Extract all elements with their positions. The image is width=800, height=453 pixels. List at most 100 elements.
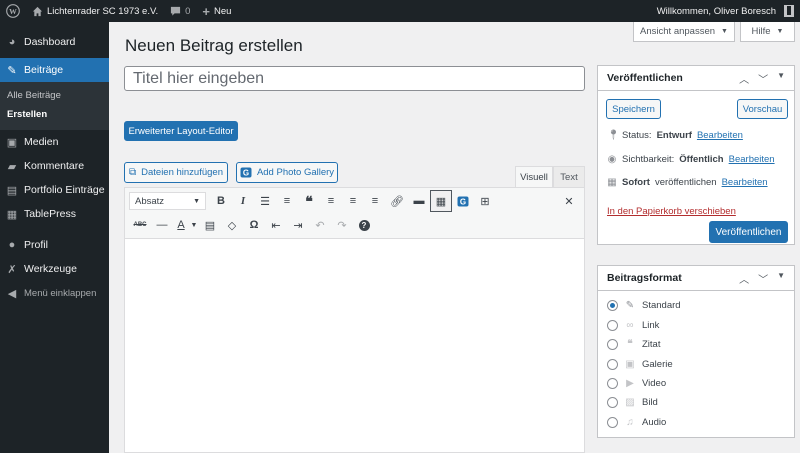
caret-down-icon[interactable]: ▼ (189, 214, 199, 236)
paragraph-format-select[interactable]: Absatz ▼ (129, 192, 206, 210)
add-media-button[interactable]: ⧉ Dateien hinzufügen (124, 162, 228, 183)
publish-button[interactable]: Veröffentlichen (709, 221, 788, 243)
portfolio-icon: ▤ (6, 184, 18, 197)
wordpress-logo-icon[interactable]: W (0, 0, 26, 22)
radio-button[interactable] (607, 397, 618, 408)
bullet-list-icon[interactable]: ☰ (254, 190, 276, 212)
tab-text[interactable]: Text (553, 166, 585, 187)
advanced-layout-editor-button[interactable]: Erweiterter Layout-Editor (124, 121, 238, 141)
new-label: Neu (213, 5, 232, 17)
format-option-gallery[interactable]: ▣ Galerie (607, 359, 673, 370)
radio-button[interactable] (607, 378, 618, 389)
help-button[interactable]: Hilfe ▼ (740, 22, 795, 42)
sidebar-item-profile[interactable]: ● Profil (0, 233, 109, 257)
new-content-link[interactable]: + Neu (196, 0, 237, 22)
align-left-icon[interactable]: ≡ (320, 190, 342, 212)
eye-icon: ◉ (607, 154, 617, 165)
radio-button[interactable] (607, 359, 618, 370)
home-icon (32, 6, 43, 16)
sidebar-item-label: Medien (24, 136, 59, 148)
align-center-icon[interactable]: ≡ (342, 190, 364, 212)
blockquote-icon[interactable]: ❝ (298, 190, 320, 212)
preview-button[interactable]: Vorschau (737, 99, 788, 119)
sidebar-item-tools[interactable]: ✗ Werkzeuge (0, 257, 109, 281)
sidebar-item-posts[interactable]: ✎ Beiträge (0, 58, 109, 82)
link-icon[interactable]: 🔗︎ (386, 190, 408, 212)
indent-icon[interactable]: ⇥ (287, 214, 309, 236)
tab-visual[interactable]: Visuell (515, 166, 553, 187)
format-option-standard[interactable]: ✎ Standard (607, 300, 681, 311)
outdent-icon[interactable]: ⇤ (265, 214, 287, 236)
submenu-all-posts[interactable]: Alle Beiträge (0, 86, 109, 105)
sidebar-item-media[interactable]: ▣ Medien (0, 130, 109, 154)
my-account-link[interactable]: Willkommen, Oliver Boresch (651, 0, 800, 22)
gallery-plugin-icon[interactable]: G (452, 190, 474, 212)
align-right-icon[interactable]: ≡ (364, 190, 386, 212)
format-option-quote[interactable]: ❝ Zitat (607, 339, 660, 350)
content-editor: Absatz ▼ B I ☰ ≡ ❝ ≡ ≡ ≡ 🔗︎ ▬ ▦ G ⊞ ✕ AB… (124, 187, 585, 453)
editor-toolbar: Absatz ▼ B I ☰ ≡ ❝ ≡ ≡ ≡ 🔗︎ ▬ ▦ G ⊞ ✕ AB… (125, 188, 584, 239)
fullscreen-icon[interactable]: ✕ (558, 190, 580, 212)
svg-text:G: G (460, 197, 466, 206)
move-to-trash-link[interactable]: In den Papierkorb verschieben (607, 206, 736, 217)
format-option-audio[interactable]: ♫ Audio (607, 417, 666, 428)
radio-button[interactable] (607, 300, 618, 311)
text-color-icon[interactable]: A (173, 214, 189, 236)
chevron-up-icon[interactable]: ︿ (739, 71, 749, 86)
horizontal-line-icon[interactable]: — (151, 214, 173, 236)
sidebar-item-label: Beiträge (24, 64, 64, 76)
read-more-icon[interactable]: ▬ (408, 190, 430, 212)
format-option-link[interactable]: ∞ Link (607, 320, 659, 331)
special-character-icon[interactable]: Ω (243, 214, 265, 236)
schedule-value: Sofort (622, 177, 650, 188)
grid-icon[interactable]: ⊞ (474, 190, 496, 212)
italic-icon[interactable]: I (232, 190, 254, 212)
redo-icon[interactable]: ↷ (331, 214, 353, 236)
format-select-value: Absatz (135, 195, 165, 207)
radio-button[interactable] (607, 320, 618, 331)
screen-options-button[interactable]: Ansicht anpassen ▼ (633, 22, 735, 42)
schedule-row: ▦ Sofort veröffentlichen Bearbeiten (607, 177, 768, 188)
chevron-up-icon[interactable]: ︿ (739, 271, 749, 286)
radio-button[interactable] (607, 417, 618, 428)
strikethrough-icon[interactable]: ABC (129, 214, 151, 236)
help-icon[interactable]: ? (353, 214, 375, 236)
submenu-new-post[interactable]: Erstellen (0, 105, 109, 124)
visibility-row: ◉ Sichtbarkeit: Öffentlich Bearbeiten (607, 154, 775, 165)
paste-text-icon[interactable]: ▤ (199, 214, 221, 236)
sidebar-item-tablepress[interactable]: ▦ TablePress (0, 202, 109, 226)
sidebar-item-portfolio[interactable]: ▤ Portfolio Einträge (0, 178, 109, 202)
numbered-list-icon[interactable]: ≡ (276, 190, 298, 212)
undo-icon[interactable]: ↶ (309, 214, 331, 236)
save-draft-button[interactable]: Speichern (606, 99, 661, 119)
caret-down-icon[interactable]: ▼ (777, 271, 785, 286)
sidebar-item-label: Kommentare (24, 160, 85, 172)
chevron-down-icon[interactable]: ﹀ (758, 271, 768, 286)
editor-content-area[interactable] (125, 239, 584, 452)
edit-status-link[interactable]: Bearbeiten (697, 130, 743, 141)
sidebar-item-dashboard[interactable]: ◕ Dashboard (0, 30, 109, 54)
post-status-row: 📍︎ Status: Entwurf Bearbeiten (607, 130, 743, 141)
clear-formatting-icon[interactable]: ◇ (221, 214, 243, 236)
status-label: Status: (622, 130, 652, 141)
dashboard-icon: ◕ (8, 36, 16, 48)
format-option-video[interactable]: ▶ Video (607, 378, 666, 389)
comment-icon: ▰ (7, 160, 17, 173)
svg-text:G: G (243, 169, 249, 178)
edit-visibility-link[interactable]: Bearbeiten (729, 154, 775, 165)
sidebar-item-comments[interactable]: ▰ Kommentare (0, 154, 109, 178)
format-option-image[interactable]: ▨ Bild (607, 397, 658, 408)
site-name-link[interactable]: Lichtenrader SC 1973 e.V. (26, 0, 164, 22)
post-title-input[interactable] (124, 66, 585, 91)
chevron-down-icon[interactable]: ﹀ (758, 71, 768, 86)
toolbar-toggle-icon[interactable]: ▦ (430, 190, 452, 212)
wrench-icon: ✗ (7, 263, 17, 276)
edit-schedule-link[interactable]: Bearbeiten (722, 177, 768, 188)
bold-icon[interactable]: B (210, 190, 232, 212)
collapse-menu-button[interactable]: ◀ Menü einklappen (0, 281, 109, 305)
radio-button[interactable] (607, 339, 618, 350)
add-photo-gallery-button[interactable]: G Add Photo Gallery (236, 162, 338, 183)
posts-submenu: Alle Beiträge Erstellen (0, 82, 109, 130)
caret-down-icon[interactable]: ▼ (777, 71, 785, 86)
comments-link[interactable]: 0 (164, 0, 196, 22)
